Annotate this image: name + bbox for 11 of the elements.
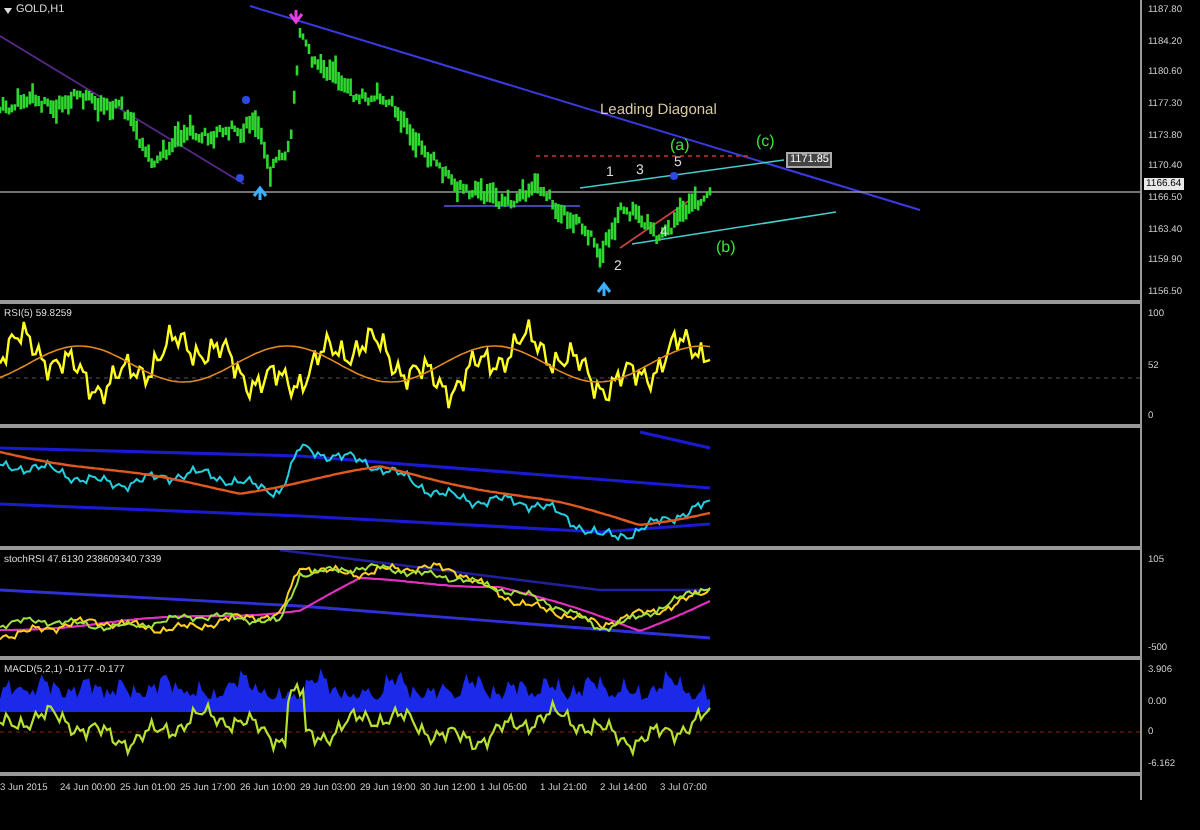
base-line [443,205,581,207]
arrow-icon [252,185,268,202]
marker-icon [670,172,678,180]
wave-label: (c) [756,132,775,150]
arrow-icon [596,281,612,298]
marker-icon [236,174,244,182]
marker-icon [242,96,250,104]
wave-label: (b) [716,238,736,256]
wave-label: (a) [670,136,690,154]
dropdown-icon [4,8,12,14]
arrow-icon [288,8,304,25]
